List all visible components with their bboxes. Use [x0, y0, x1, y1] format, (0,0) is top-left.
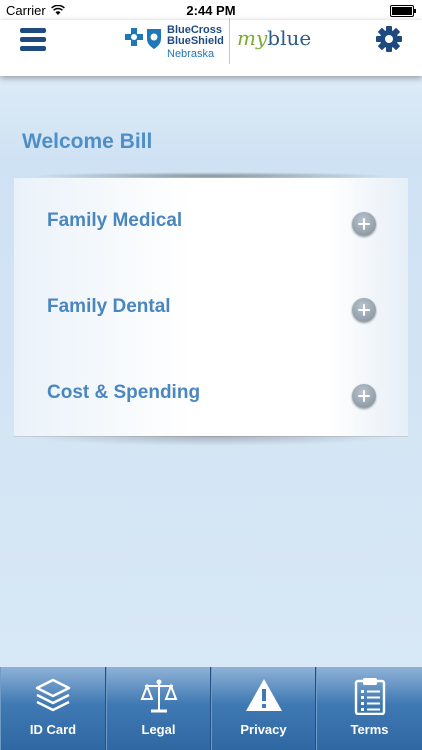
myblue-wordmark: myblue	[237, 26, 311, 50]
gear-icon	[376, 26, 402, 52]
hamburger-icon	[20, 28, 46, 33]
welcome-heading: Welcome Bill	[22, 130, 153, 153]
tab-legal[interactable]: Legal	[106, 667, 211, 750]
brand-logo: BlueCross BlueShield Nebraska myblue	[125, 18, 311, 68]
menu-button[interactable]	[20, 28, 46, 52]
hamburger-line	[20, 37, 46, 42]
plus-circle-icon[interactable]	[352, 384, 376, 408]
tab-label: Terms	[350, 722, 389, 737]
tab-id-card[interactable]: ID Card	[0, 667, 106, 750]
section-label: Family Dental	[47, 296, 171, 317]
logo-state: Nebraska	[167, 48, 215, 60]
settings-button[interactable]	[374, 24, 404, 54]
warning-icon	[245, 679, 282, 711]
layers-icon	[35, 678, 71, 712]
sections-panel: Family Medical Family Dental Cost & Spen…	[14, 172, 408, 446]
wordmark-my: my	[237, 26, 268, 50]
tab-label: ID Card	[29, 722, 77, 737]
cross-shield-logo-icon	[125, 28, 161, 49]
plus-circle-icon[interactable]	[352, 298, 376, 322]
status-bar: Carrier 2:44 PM	[0, 0, 422, 20]
section-cost-spending[interactable]: Cost & Spending	[14, 350, 408, 437]
scales-icon	[140, 679, 177, 713]
logo-line-2: BlueShield	[167, 35, 224, 47]
wordmark-blue: blue	[267, 26, 312, 50]
section-label: Family Medical	[47, 210, 183, 231]
tab-label: Legal	[141, 722, 176, 737]
hamburger-line	[20, 46, 46, 51]
clipboard-icon	[354, 678, 385, 715]
status-time: 2:44 PM	[186, 3, 236, 18]
plus-circle-icon[interactable]	[352, 212, 376, 236]
panel-shadow	[24, 436, 398, 446]
section-label: Cost & Spending	[47, 382, 201, 403]
section-family-medical[interactable]: Family Medical	[14, 178, 408, 265]
tab-label: Privacy	[240, 722, 287, 737]
section-family-dental[interactable]: Family Dental	[14, 264, 408, 351]
tab-terms[interactable]: Terms	[316, 667, 422, 750]
logo-divider	[229, 18, 230, 64]
tab-bar: ID Card Legal Privacy Terms	[0, 667, 422, 750]
battery-icon	[390, 5, 416, 17]
app-header: BlueCross BlueShield Nebraska myblue	[0, 18, 422, 76]
tab-privacy[interactable]: Privacy	[211, 667, 316, 750]
